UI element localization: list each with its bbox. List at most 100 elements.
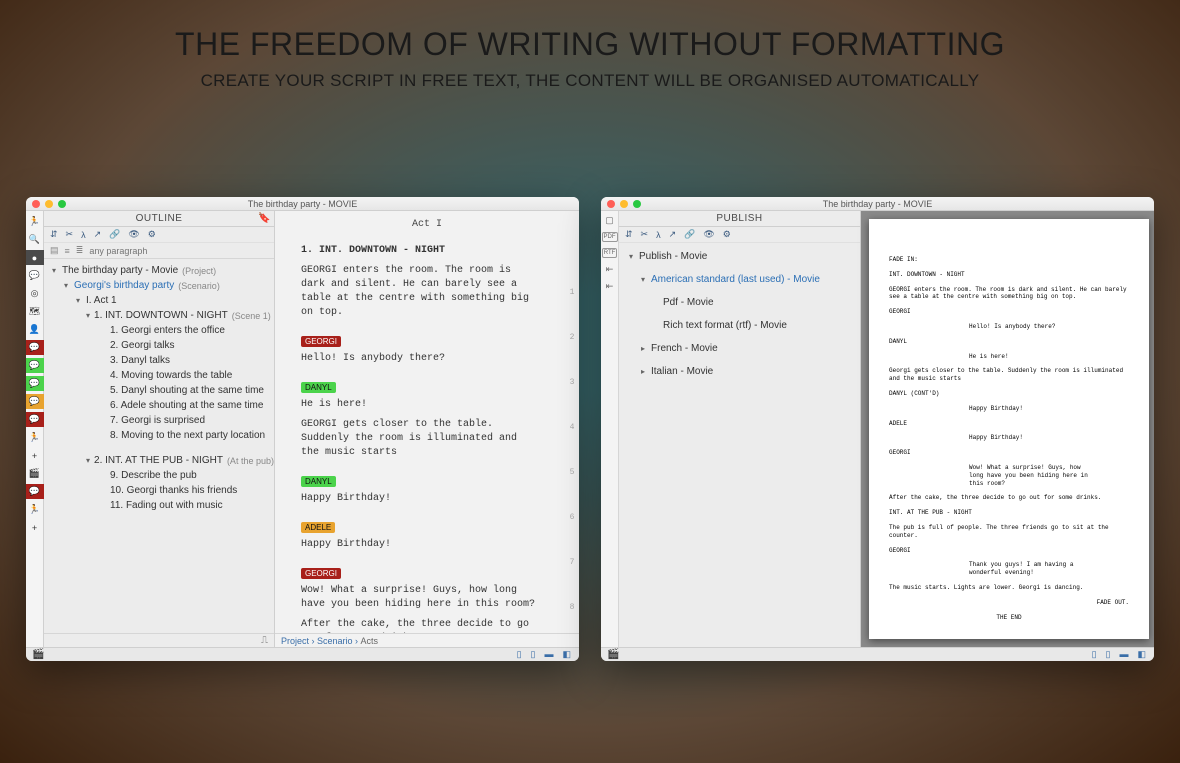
tree-node[interactable]: 1. Georgi enters the office: [48, 323, 270, 338]
tree-node[interactable]: 4. Moving towards the table: [48, 368, 270, 383]
cut-icon[interactable]: ✂: [66, 229, 74, 240]
branch-icon[interactable]: λ: [656, 230, 661, 240]
tree-node[interactable]: ▾American standard (last used) - Movie: [625, 272, 854, 287]
run3-icon[interactable]: 🏃: [26, 502, 44, 517]
view-icons[interactable]: ▯ ▯ ▬ ◧: [515, 649, 573, 660]
sliders-icon[interactable]: ⚙: [148, 229, 156, 240]
character-tag[interactable]: GEORGI: [301, 336, 341, 347]
tree-node[interactable]: 2. Georgi talks: [48, 338, 270, 353]
dot-icon[interactable]: ●: [26, 250, 44, 265]
tree-node[interactable]: ▾Georgi's birthday party (Scenario): [48, 278, 270, 293]
plus-icon[interactable]: +: [26, 448, 44, 463]
chat-icon[interactable]: 💬: [26, 268, 44, 283]
bookmark-icon[interactable]: 🔖: [258, 213, 271, 224]
view-icons[interactable]: ▯ ▯ ▬ ◧: [1090, 649, 1148, 660]
tree-node[interactable]: 3. Danyl talks: [48, 353, 270, 368]
left-rail[interactable]: 🏃 🔍 ● 💬 ◎ 🗺 👤 💬 💬 💬 💬 💬 🏃 + 🎬 💬 🏃 +: [26, 211, 44, 647]
publish-toolbar[interactable]: ⇵ ✂ λ ↗ 🔗 👁 ⚙: [619, 227, 860, 243]
tree-node[interactable]: ▾1. INT. DOWNTOWN - NIGHT (Scene 1): [48, 308, 270, 323]
tree-node[interactable]: ▾Publish - Movie: [625, 249, 854, 264]
tree-node[interactable]: ▾The birthday party - Movie (Project): [48, 263, 270, 278]
map-icon[interactable]: 🗺: [26, 304, 44, 319]
clapper-icon[interactable]: 🎬: [607, 649, 619, 660]
share-icon[interactable]: ↗: [94, 229, 102, 240]
character-green-icon[interactable]: 💬: [26, 358, 44, 373]
rtf-icon[interactable]: RTF: [602, 248, 618, 258]
publish-pane: PUBLISH ⇵ ✂ λ ↗ 🔗 👁 ⚙ ▾Publish - Movie▾A…: [619, 211, 861, 647]
clapper-icon[interactable]: 🎬: [32, 649, 44, 660]
tree-node[interactable]: ▾I. Act 1: [48, 293, 270, 308]
view-4-icon[interactable]: ◧: [1135, 649, 1148, 660]
eye-icon[interactable]: 👁: [128, 229, 139, 240]
view-2-icon[interactable]: ▯: [529, 649, 538, 660]
character-tag[interactable]: DANYL: [301, 382, 336, 393]
tree-node[interactable]: 10. Georgi thanks his friends: [48, 483, 270, 498]
branch-icon[interactable]: λ: [81, 230, 86, 240]
dialogue-text[interactable]: He is here!: [301, 398, 539, 412]
view-4-icon[interactable]: ◧: [560, 649, 573, 660]
view-3-icon[interactable]: ▬: [1117, 649, 1130, 660]
character-orange-icon[interactable]: 💬: [26, 394, 44, 409]
tree-node[interactable]: 11. Fading out with music: [48, 498, 270, 513]
tree-node[interactable]: Rich text format (rtf) - Movie: [625, 318, 854, 333]
hierarchy-icon[interactable]: ⇵: [625, 229, 633, 240]
run-icon[interactable]: 🏃: [26, 214, 44, 229]
character-green2-icon[interactable]: 💬: [26, 376, 44, 391]
share-icon[interactable]: ↗: [669, 229, 677, 240]
publish-tree[interactable]: ▾Publish - Movie ▾American standard (last…: [619, 243, 860, 647]
clapper-icon[interactable]: 🎬: [26, 466, 44, 481]
tree-node[interactable]: 5. Danyl shouting at the same time: [48, 383, 270, 398]
filter-input[interactable]: [89, 246, 268, 256]
search-icon[interactable]: 🔍: [26, 232, 44, 247]
export-icon[interactable]: ⇤: [606, 264, 614, 275]
target-icon[interactable]: ◎: [26, 286, 44, 301]
tree-node[interactable]: 7. Georgi is surprised: [48, 413, 270, 428]
action-text[interactable]: GEORGI gets closer to the table. Suddenl…: [301, 418, 539, 460]
hierarchy-icon[interactable]: ⇵: [50, 229, 58, 240]
filter-icon[interactable]: ≣: [76, 245, 84, 256]
tree-node[interactable]: 8. Moving to the next party location: [48, 428, 270, 443]
view-1-icon[interactable]: ▯: [515, 649, 524, 660]
publish-rail[interactable]: ▢ PDF RTF ⇤ ⇤: [601, 211, 619, 647]
link-icon[interactable]: 🔗: [109, 229, 120, 240]
list-icon[interactable]: ▤: [50, 245, 59, 256]
character-red3-icon[interactable]: 💬: [26, 484, 44, 499]
equalizer-icon[interactable]: ⎍: [261, 635, 268, 646]
tree-node[interactable]: Pdf - Movie: [625, 295, 854, 310]
script-body[interactable]: 1. INT. DOWNTOWN - NIGHT GEORGI enters t…: [275, 238, 565, 633]
tree-node[interactable]: 9. Describe the pub: [48, 468, 270, 483]
cut-icon[interactable]: ✂: [641, 229, 649, 240]
eye-icon[interactable]: 👁: [703, 229, 714, 240]
sliders-icon[interactable]: ⚙: [723, 229, 731, 240]
character-red2-icon[interactable]: 💬: [26, 412, 44, 427]
dialogue-text[interactable]: Hello! Is anybody there?: [301, 352, 539, 366]
tree-node[interactable]: ▸Italian - Movie: [625, 364, 854, 379]
plus2-icon[interactable]: +: [26, 520, 44, 535]
breadcrumb[interactable]: Project › Scenario › Acts: [275, 633, 579, 647]
sort-icon[interactable]: ≡: [65, 246, 70, 256]
user-icon[interactable]: 👤: [26, 322, 44, 337]
character-tag[interactable]: GEORGI: [301, 568, 341, 579]
character-tag[interactable]: DANYL: [301, 476, 336, 487]
outline-toolbar[interactable]: ⇵ ✂ λ ↗ 🔗 👁 ⚙: [44, 227, 274, 243]
outline-tree[interactable]: ▾The birthday party - Movie (Project)▾Ge…: [44, 259, 274, 633]
dialogue-text[interactable]: Wow! What a surprise! Guys, how long hav…: [301, 584, 539, 612]
view-3-icon[interactable]: ▬: [542, 649, 555, 660]
action-text[interactable]: GEORGI enters the room. The room is dark…: [301, 264, 539, 320]
character-red-icon[interactable]: 💬: [26, 340, 44, 355]
tree-node[interactable]: ▸French - Movie: [625, 341, 854, 356]
view-2-icon[interactable]: ▯: [1104, 649, 1113, 660]
tree-node[interactable]: ▾2. INT. AT THE PUB - NIGHT (At the pub): [48, 453, 270, 468]
link-icon[interactable]: 🔗: [684, 229, 695, 240]
action-text[interactable]: After the cake, the three decide to go o…: [301, 618, 539, 633]
dialogue-text[interactable]: Happy Birthday!: [301, 492, 539, 506]
export2-icon[interactable]: ⇤: [606, 281, 614, 292]
view-1-icon[interactable]: ▯: [1090, 649, 1099, 660]
book-icon[interactable]: ▢: [605, 215, 614, 226]
pdf-icon[interactable]: PDF: [602, 232, 618, 242]
outline-filter-row[interactable]: ▤ ≡ ≣: [44, 243, 274, 259]
tree-node[interactable]: 6. Adele shouting at the same time: [48, 398, 270, 413]
dialogue-text[interactable]: Happy Birthday!: [301, 538, 539, 552]
run2-icon[interactable]: 🏃: [26, 430, 44, 445]
character-tag[interactable]: ADELE: [301, 522, 335, 533]
